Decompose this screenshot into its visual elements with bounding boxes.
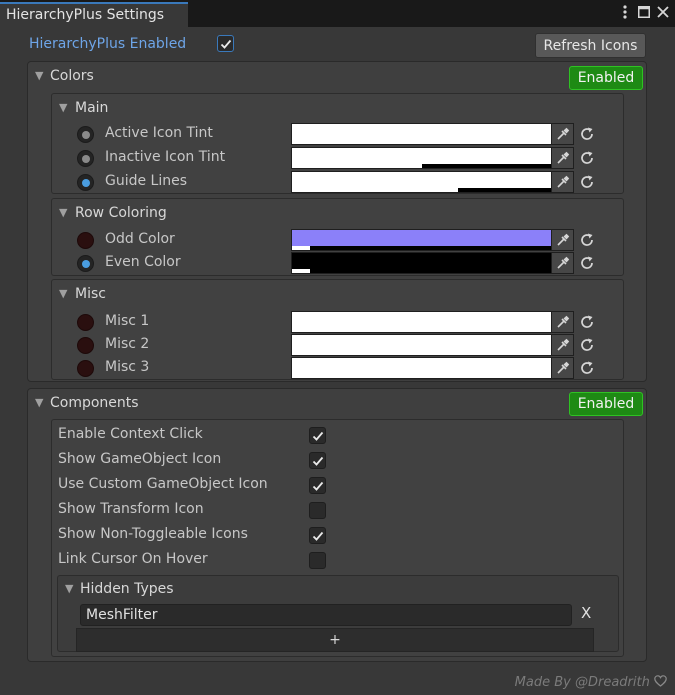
even-color-radio[interactable] <box>77 255 94 272</box>
misc-title[interactable]: Misc <box>75 286 106 302</box>
colors-section: ▼ Colors Enabled ▼ Main Active Icon Tint… <box>27 61 647 382</box>
window-controls <box>619 3 669 21</box>
reset-icon[interactable] <box>578 173 596 191</box>
main-subsection: ▼ Main Active Icon Tint Inactive Icon Ti… <box>51 93 624 194</box>
components-options: Enable Context Click Show GameObject Ico… <box>51 419 624 657</box>
inactive-icon-tint-label: Inactive Icon Tint <box>105 149 226 165</box>
foldout-arrow-icon[interactable]: ▼ <box>35 396 43 409</box>
colors-title[interactable]: Colors <box>50 68 94 84</box>
foldout-arrow-icon[interactable]: ▼ <box>35 69 43 82</box>
use-custom-gameobject-icon-checkbox[interactable] <box>309 477 326 494</box>
kebab-icon[interactable] <box>619 3 631 21</box>
hidden-types-title[interactable]: Hidden Types <box>80 581 174 597</box>
active-icon-tint-colorfield[interactable] <box>291 123 552 145</box>
link-cursor-on-hover-checkbox[interactable] <box>309 552 326 569</box>
tab-hierarchyplus-settings[interactable]: HierarchyPlus Settings <box>0 2 188 27</box>
guide-lines-label: Guide Lines <box>105 173 188 189</box>
eyedropper-icon[interactable] <box>551 147 574 169</box>
hidden-type-field[interactable]: MeshFilter <box>80 604 572 626</box>
eyedropper-icon[interactable] <box>551 334 574 356</box>
tab-bar: HierarchyPlus Settings <box>0 0 675 27</box>
guide-lines-radio[interactable] <box>77 174 94 191</box>
misc-2-label: Misc 2 <box>105 336 150 352</box>
misc-subsection: ▼ Misc Misc 1 Misc 2 Misc 3 <box>51 279 624 380</box>
misc-1-colorfield[interactable] <box>291 311 552 333</box>
main-title[interactable]: Main <box>75 100 108 116</box>
foldout-arrow-icon[interactable]: ▼ <box>59 287 67 300</box>
remove-hidden-type-button[interactable]: X <box>581 604 591 622</box>
heart-icon <box>654 675 667 690</box>
misc-1-label: Misc 1 <box>105 313 150 329</box>
misc-2-colorfield[interactable] <box>291 334 552 356</box>
eyedropper-icon[interactable] <box>551 229 574 251</box>
foldout-arrow-icon[interactable]: ▼ <box>65 582 73 595</box>
show-transform-icon-label: Show Transform Icon <box>58 501 204 517</box>
reset-icon[interactable] <box>578 359 596 377</box>
check-icon <box>312 531 323 541</box>
inactive-icon-tint-colorfield[interactable] <box>291 147 552 169</box>
odd-color-radio[interactable] <box>77 232 94 249</box>
maximize-icon[interactable] <box>638 3 650 21</box>
check-icon <box>312 456 323 466</box>
components-enabled-badge[interactable]: Enabled <box>569 392 643 416</box>
misc-2-radio[interactable] <box>77 337 94 354</box>
eyedropper-icon[interactable] <box>551 123 574 145</box>
reset-icon[interactable] <box>578 254 596 272</box>
eyedropper-icon[interactable] <box>551 252 574 274</box>
hierarchyplus-enabled-checkbox[interactable] <box>217 35 234 52</box>
odd-color-label: Odd Color <box>105 231 175 247</box>
check-icon <box>220 39 231 49</box>
active-icon-tint-radio[interactable] <box>77 126 94 143</box>
enable-context-click-label: Enable Context Click <box>58 426 203 442</box>
foldout-arrow-icon[interactable]: ▼ <box>59 101 67 114</box>
reset-icon[interactable] <box>578 313 596 331</box>
enable-context-click-checkbox[interactable] <box>309 427 326 444</box>
hidden-types-subsection: ▼ Hidden Types MeshFilter X + <box>57 575 619 652</box>
even-color-colorfield[interactable] <box>291 252 552 274</box>
foldout-arrow-icon[interactable]: ▼ <box>59 206 67 219</box>
use-custom-gameobject-icon-label: Use Custom GameObject Icon <box>58 476 268 492</box>
show-gameobject-icon-label: Show GameObject Icon <box>58 451 222 467</box>
misc-3-colorfield[interactable] <box>291 357 552 379</box>
check-icon <box>312 481 323 491</box>
odd-color-colorfield[interactable] <box>291 229 552 251</box>
misc-3-radio[interactable] <box>77 360 94 377</box>
show-transform-icon-checkbox[interactable] <box>309 502 326 519</box>
credit-text: Made By @Dreadrith <box>514 675 650 690</box>
hierarchyplus-enabled-label: HierarchyPlus Enabled <box>29 36 187 52</box>
eyedropper-icon[interactable] <box>551 357 574 379</box>
even-color-label: Even Color <box>105 254 181 270</box>
reset-icon[interactable] <box>578 125 596 143</box>
reset-icon[interactable] <box>578 149 596 167</box>
guide-lines-colorfield[interactable] <box>291 171 552 193</box>
refresh-icons-button[interactable]: Refresh Icons <box>535 33 646 58</box>
components-title[interactable]: Components <box>50 395 139 411</box>
eyedropper-icon[interactable] <box>551 311 574 333</box>
add-hidden-type-button[interactable]: + <box>76 628 594 652</box>
check-icon <box>312 431 323 441</box>
reset-icon[interactable] <box>578 231 596 249</box>
show-non-toggleable-icons-label: Show Non-Toggleable Icons <box>58 526 248 542</box>
colors-enabled-badge[interactable]: Enabled <box>569 66 643 90</box>
settings-panel: HierarchyPlus Enabled Refresh Icons ▼ Co… <box>0 27 675 695</box>
row-coloring-title[interactable]: Row Coloring <box>75 205 167 221</box>
show-gameobject-icon-checkbox[interactable] <box>309 452 326 469</box>
misc-3-label: Misc 3 <box>105 359 150 375</box>
row-coloring-subsection: ▼ Row Coloring Odd Color Even Color <box>51 198 624 276</box>
active-icon-tint-label: Active Icon Tint <box>105 125 213 141</box>
eyedropper-icon[interactable] <box>551 171 574 193</box>
misc-1-radio[interactable] <box>77 314 94 331</box>
link-cursor-on-hover-label: Link Cursor On Hover <box>58 551 208 567</box>
show-non-toggleable-icons-checkbox[interactable] <box>309 527 326 544</box>
footer-credit: Made By @Dreadrith <box>515 675 667 690</box>
reset-icon[interactable] <box>578 336 596 354</box>
components-section: ▼ Components Enabled Enable Context Clic… <box>27 388 647 662</box>
inactive-icon-tint-radio[interactable] <box>77 150 94 167</box>
close-icon[interactable] <box>657 3 669 21</box>
